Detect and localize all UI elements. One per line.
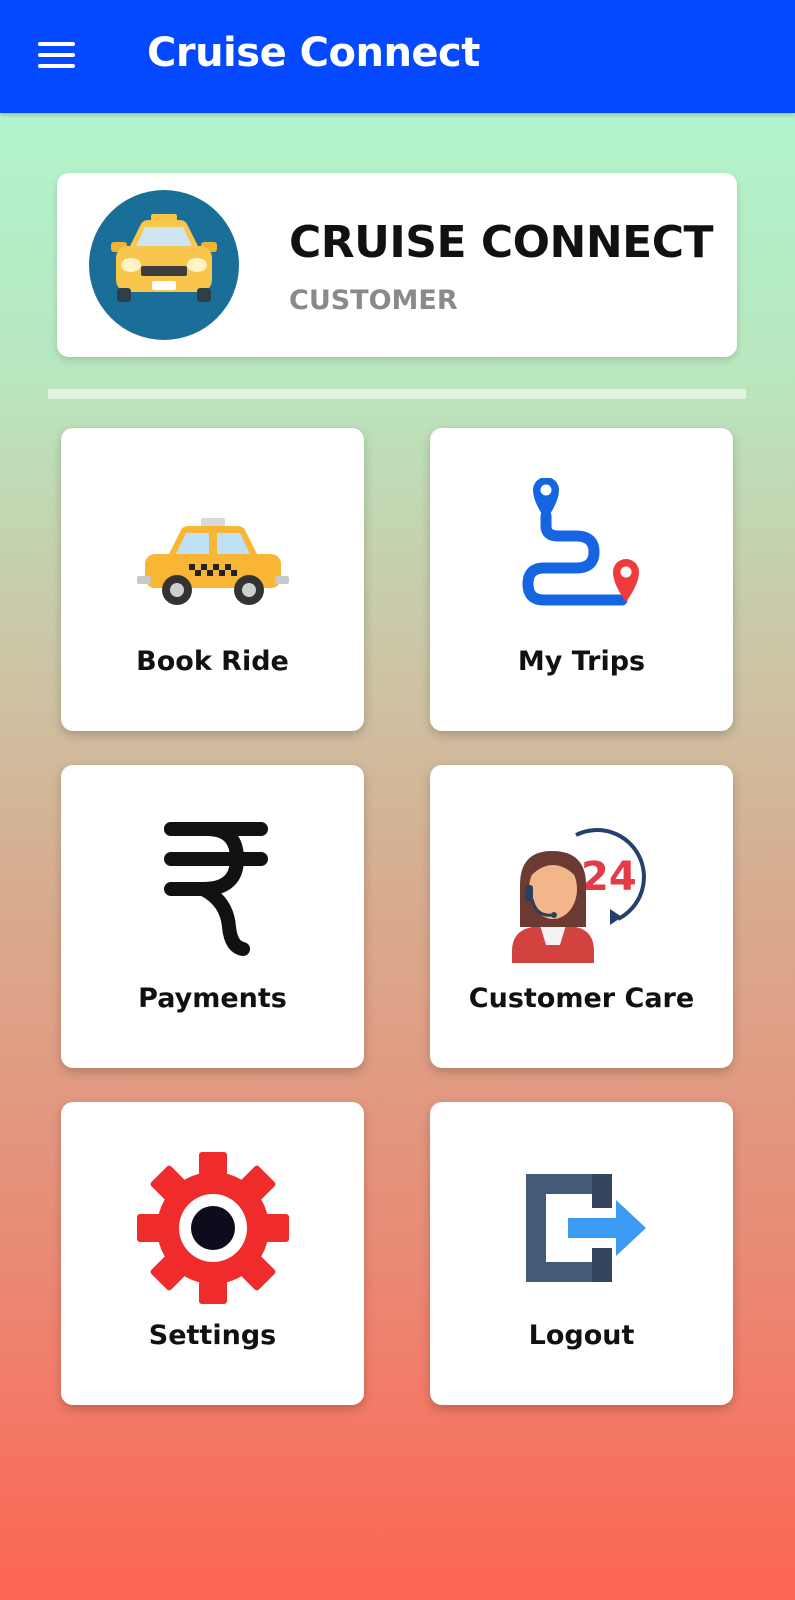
settings-label: Settings (148, 1320, 277, 1351)
book-ride-label: Book Ride (136, 646, 289, 677)
hamburger-menu-icon[interactable] (36, 40, 78, 72)
book-ride-tile[interactable]: Book Ride (61, 428, 364, 731)
gear-icon (137, 1152, 289, 1304)
settings-tile[interactable]: Settings (61, 1102, 364, 1405)
app-title: Cruise Connect (147, 30, 480, 76)
payments-label: Payments (138, 983, 287, 1014)
logout-tile[interactable]: Logout (430, 1102, 733, 1405)
app-bar: Cruise Connect (0, 0, 795, 113)
profile-role: CUSTOMER (289, 285, 458, 316)
profile-card: CRUISE CONNECT CUSTOMER (57, 173, 737, 357)
svg-text:24: 24 (581, 854, 637, 900)
profile-name: CRUISE CONNECT (289, 217, 714, 268)
logout-label: Logout (528, 1320, 635, 1351)
rupee-icon (164, 822, 268, 956)
route-map-icon (522, 478, 639, 606)
divider (48, 389, 746, 399)
taxi-front-icon (89, 190, 239, 340)
logout-icon (526, 1174, 646, 1282)
customer-care-tile[interactable]: 24 Customer Care (430, 765, 733, 1068)
my-trips-tile[interactable]: My Trips (430, 428, 733, 731)
my-trips-label: My Trips (517, 646, 646, 677)
payments-tile[interactable]: Payments (61, 765, 364, 1068)
support-agent-24-icon: 24 (512, 828, 646, 963)
customer-care-label: Customer Care (468, 983, 695, 1014)
taxi-car-icon (137, 518, 289, 605)
